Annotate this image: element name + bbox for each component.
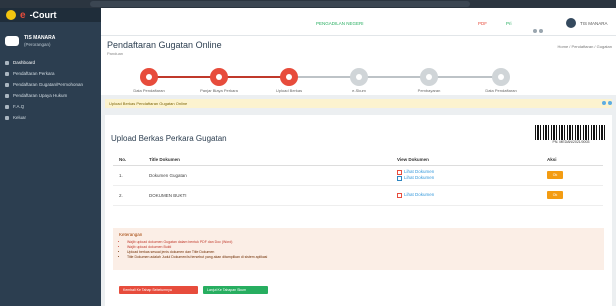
- column-header-title: Title Dokumen: [149, 155, 397, 166]
- step-data-pendaftaran-final[interactable]: Data Pendaftaran: [471, 68, 531, 93]
- breadcrumb[interactable]: Home / Pendaftaran / Gugatan: [558, 44, 612, 49]
- pdf-link[interactable]: PDF: [478, 21, 487, 26]
- close-icon[interactable]: [608, 101, 612, 105]
- row-number: 1.: [113, 165, 149, 186]
- header-tools: [533, 20, 547, 33]
- sidebar-item-label: Pendaftaran Perkara: [13, 71, 55, 76]
- brand-logo[interactable]: e -Court: [0, 8, 101, 22]
- step-data-pendaftaran[interactable]: Data Pendaftaran: [119, 68, 179, 93]
- main-content: Upload Berkas Pendaftaran Gugatan Online…: [101, 95, 616, 306]
- table-row: 2. DOKUMEN BUKTI Lihat Dokumen Ok: [113, 185, 603, 206]
- folder-icon: [5, 71, 9, 76]
- question-icon: [5, 104, 9, 109]
- progress-stepper: Data Pendaftaran Panjar Biaya Perkara Up…: [101, 60, 616, 95]
- document-title: Dokumen Gugatan: [149, 165, 397, 186]
- header-user-name[interactable]: TIS MANARA: [580, 21, 608, 26]
- step-indicator: [350, 68, 368, 86]
- next-skum-button[interactable]: Lanjut Ke Tahapan Skum: [203, 286, 268, 294]
- step-indicator: [280, 68, 298, 86]
- sidebar-item-label: Pendaftaran Gugatan/Permohonan: [13, 82, 84, 87]
- user-profile: TIS MANARA (Perorangan): [0, 22, 101, 57]
- browser-chrome: [0, 0, 616, 8]
- action-buttons: Kembali Ke Tahap Sebelumnya Lanjut Ke Ta…: [119, 286, 268, 294]
- info-alert: Upload Berkas Pendaftaran Gugatan Online: [105, 99, 612, 108]
- sidebar-item-pendaftaran-perkara[interactable]: Pendaftaran Perkara: [0, 68, 101, 79]
- note-item: Title Dokumen adalah Judul Dokumen/isi t…: [127, 255, 598, 260]
- sidebar-item-upaya-hukum[interactable]: Pendaftaran Upaya Hukum: [0, 90, 101, 101]
- view-document-link[interactable]: Lihat Dokumen: [397, 175, 547, 181]
- view-document-link[interactable]: Lihat Dokumen: [397, 192, 547, 198]
- court-emblem-icon: [6, 10, 16, 20]
- profile-name: TIS MANARA: [24, 35, 56, 41]
- upload-card: Upload Berkas Perkara Gugatan PN. MEDAN/…: [105, 115, 612, 306]
- step-e-skum[interactable]: e-Skum: [329, 68, 389, 93]
- ok-button[interactable]: Ok: [547, 191, 563, 199]
- gavel-icon: [5, 93, 9, 98]
- step-upload-berkas[interactable]: Upload Berkas: [259, 68, 319, 93]
- step-label: Data Pendaftaran: [133, 88, 165, 93]
- table-header-row: No. Title Dokumen View Dokumen Aksi: [113, 155, 603, 166]
- address-bar[interactable]: [90, 1, 470, 7]
- ok-button[interactable]: Ok: [547, 171, 563, 179]
- sidebar-item-label: Keluar: [13, 115, 27, 120]
- pdf-file-icon: [397, 169, 402, 175]
- barcode: PN. MEDAN/2021/0003: [535, 125, 607, 147]
- notes-panel: Keterangan Wajib upload dokumen Gugatan …: [113, 228, 604, 270]
- sidebar-item-gugatan[interactable]: Pendaftaran Gugatan/Permohonan: [0, 79, 101, 90]
- document-table: No. Title Dokumen View Dokumen Aksi 1. D…: [113, 155, 603, 206]
- sidebar-item-label: Pendaftaran Upaya Hukum: [13, 93, 68, 98]
- column-header-view: View Dokumen: [397, 155, 547, 166]
- sidebar-item-keluar[interactable]: Keluar: [0, 112, 101, 123]
- page-title: Pendaftaran Gugatan Online: [107, 40, 222, 50]
- step-label: Panjar Biaya Perkara: [200, 88, 238, 93]
- sidebar-item-label: Dashboard: [13, 60, 36, 65]
- user-avatar-icon: [5, 36, 19, 46]
- profile-subtitle: (Perorangan): [24, 42, 51, 47]
- column-header-action: Aksi: [547, 155, 603, 166]
- step-label: e-Skum: [352, 88, 366, 93]
- logout-icon: [5, 115, 9, 120]
- view-link-label: Lihat Dokumen: [404, 175, 435, 180]
- table-row: 1. Dokumen Gugatan Lihat Dokumen Lihat D…: [113, 165, 603, 186]
- pdf-file-icon: [397, 192, 402, 198]
- print-link[interactable]: Pri: [506, 21, 512, 26]
- court-notice-link[interactable]: PENGADILAN NEGERI: [316, 21, 364, 26]
- card-title: Upload Berkas Perkara Gugatan: [111, 134, 227, 143]
- page-header: Pendaftaran Gugatan Online Panduan Home …: [101, 36, 616, 60]
- step-label: Pembayaran: [417, 88, 441, 93]
- file-icon: [5, 82, 9, 87]
- barcode-bars: [535, 125, 607, 140]
- sidebar-item-dashboard[interactable]: Dashboard: [0, 57, 101, 68]
- settings-icon[interactable]: [539, 29, 543, 33]
- header-avatar-icon[interactable]: [566, 18, 576, 28]
- step-pembayaran[interactable]: Pembayaran: [399, 68, 459, 93]
- info-icon[interactable]: [602, 101, 606, 105]
- step-label: Upload Berkas: [275, 88, 303, 93]
- back-button[interactable]: Kembali Ke Tahap Sebelumnya: [119, 286, 198, 294]
- row-number: 2.: [113, 185, 149, 206]
- column-header-no: No.: [113, 155, 149, 166]
- brand-name: -Court: [29, 10, 57, 20]
- view-link-label: Lihat Dokumen: [404, 192, 435, 197]
- step-panjar-biaya[interactable]: Panjar Biaya Perkara: [189, 68, 249, 93]
- step-label: Data Pendaftaran: [485, 88, 517, 93]
- sidebar: e -Court TIS MANARA (Perorangan) Dashboa…: [0, 8, 101, 306]
- word-file-icon: [397, 175, 402, 181]
- step-indicator: [140, 68, 158, 86]
- sidebar-item-faq[interactable]: F.A.Q: [0, 101, 101, 112]
- dashboard-icon: [5, 60, 9, 65]
- step-indicator: [492, 68, 510, 86]
- notification-icon[interactable]: [533, 29, 537, 33]
- alert-text: Upload Berkas Pendaftaran Gugatan Online: [109, 101, 188, 106]
- brand-e: e: [20, 9, 26, 21]
- top-header: PENGADILAN NEGERI PDF Pri TIS MANARA: [101, 8, 616, 36]
- step-indicator: [420, 68, 438, 86]
- document-title: DOKUMEN BUKTI: [149, 185, 397, 206]
- page-subtitle: Panduan: [107, 51, 124, 56]
- step-indicator: [210, 68, 228, 86]
- barcode-number: PN. MEDAN/2021/0003: [552, 140, 590, 144]
- notes-title: Keterangan: [119, 232, 143, 237]
- sidebar-item-label: F.A.Q: [13, 104, 25, 109]
